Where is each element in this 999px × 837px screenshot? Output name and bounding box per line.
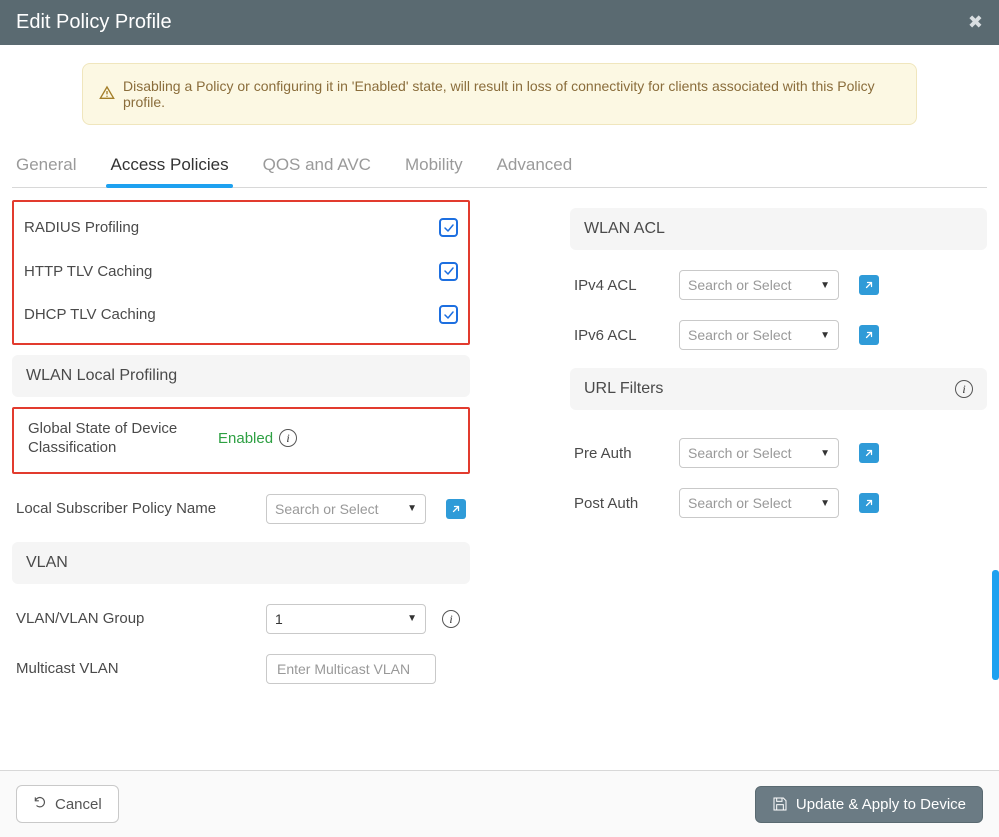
- row-multicast-vlan: Multicast VLAN: [12, 644, 470, 694]
- select-pre-auth[interactable]: Search or Select ▼: [679, 438, 839, 468]
- label-ipv4-acl: IPv4 ACL: [574, 277, 669, 294]
- tab-mobility[interactable]: Mobility: [405, 145, 463, 187]
- select-post-auth[interactable]: Search or Select ▼: [679, 488, 839, 518]
- chevron-down-icon: ▼: [820, 280, 830, 291]
- label-post-auth: Post Auth: [574, 495, 669, 512]
- section-url-filters-label: URL Filters: [584, 380, 663, 398]
- select-placeholder: Search or Select: [688, 327, 792, 343]
- row-global-state: Global State of Device Classification En…: [24, 409, 458, 472]
- label-dhcp-tlv: DHCP TLV Caching: [24, 306, 439, 323]
- apply-button[interactable]: Update & Apply to Device: [755, 786, 983, 823]
- row-ipv6-acl: IPv6 ACL Search or Select ▼: [570, 310, 987, 360]
- row-post-auth: Post Auth Search or Select ▼: [570, 478, 987, 528]
- tab-bar: General Access Policies QOS and AVC Mobi…: [12, 145, 987, 188]
- row-http-tlv: HTTP TLV Caching: [24, 250, 458, 294]
- undo-icon: [33, 795, 47, 813]
- select-value: 1: [275, 611, 283, 627]
- tab-access-policies[interactable]: Access Policies: [110, 145, 228, 187]
- apply-button-label: Update & Apply to Device: [796, 796, 966, 813]
- row-pre-auth: Pre Auth Search or Select ▼: [570, 428, 987, 478]
- select-ipv4-acl[interactable]: Search or Select ▼: [679, 270, 839, 300]
- info-icon[interactable]: i: [442, 610, 460, 628]
- label-pre-auth: Pre Auth: [574, 445, 669, 462]
- label-ipv6-acl: IPv6 ACL: [574, 327, 669, 344]
- select-local-subscriber[interactable]: Search or Select ▼: [266, 494, 426, 524]
- warning-text: Disabling a Policy or configuring it in …: [123, 78, 900, 110]
- section-wlan-local-profiling: WLAN Local Profiling: [12, 355, 470, 397]
- chevron-down-icon: ▼: [820, 498, 830, 509]
- external-link-icon[interactable]: [859, 493, 879, 513]
- save-icon: [772, 796, 788, 812]
- chevron-down-icon: ▼: [820, 330, 830, 341]
- row-local-subscriber: Local Subscriber Policy Name Search or S…: [12, 484, 470, 534]
- external-link-icon[interactable]: [859, 325, 879, 345]
- row-dhcp-tlv: DHCP TLV Caching: [24, 293, 458, 337]
- section-wlan-acl: WLAN ACL: [570, 208, 987, 250]
- scrollbar-thumb[interactable]: [992, 570, 999, 680]
- cancel-button[interactable]: Cancel: [16, 785, 119, 823]
- external-link-icon[interactable]: [859, 443, 879, 463]
- label-radius-profiling: RADIUS Profiling: [24, 219, 439, 236]
- chevron-down-icon: ▼: [820, 448, 830, 459]
- close-icon[interactable]: ✖: [968, 12, 983, 33]
- external-link-icon[interactable]: [446, 499, 466, 519]
- chevron-down-icon: ▼: [407, 503, 417, 514]
- dialog-content: Disabling a Policy or configuring it in …: [0, 45, 999, 770]
- select-vlan-group[interactable]: 1 ▼: [266, 604, 426, 634]
- select-placeholder: Search or Select: [688, 277, 792, 293]
- label-local-subscriber: Local Subscriber Policy Name: [16, 500, 256, 517]
- section-vlan: VLAN: [12, 542, 470, 584]
- checkbox-http-tlv[interactable]: [439, 262, 458, 281]
- row-vlan-group: VLAN/VLAN Group 1 ▼ i: [12, 594, 470, 644]
- section-url-filters: URL Filters i: [570, 368, 987, 410]
- label-multicast-vlan: Multicast VLAN: [16, 660, 256, 677]
- label-http-tlv: HTTP TLV Caching: [24, 263, 439, 280]
- tab-general[interactable]: General: [16, 145, 76, 187]
- chevron-down-icon: ▼: [407, 613, 417, 624]
- external-link-icon[interactable]: [859, 275, 879, 295]
- select-placeholder: Search or Select: [275, 501, 379, 517]
- warning-alert: Disabling a Policy or configuring it in …: [82, 63, 917, 125]
- row-radius-profiling: RADIUS Profiling: [24, 206, 458, 250]
- tab-advanced[interactable]: Advanced: [497, 145, 573, 187]
- label-global-state: Global State of Device Classification: [28, 419, 218, 458]
- label-vlan-group: VLAN/VLAN Group: [16, 610, 256, 627]
- select-placeholder: Search or Select: [688, 445, 792, 461]
- warning-icon: [99, 85, 115, 104]
- select-placeholder: Search or Select: [688, 495, 792, 511]
- checkbox-radius-profiling[interactable]: [439, 218, 458, 237]
- row-ipv4-acl: IPv4 ACL Search or Select ▼: [570, 260, 987, 310]
- info-icon[interactable]: i: [279, 429, 297, 447]
- profiling-highlight: RADIUS Profiling HTTP TLV Caching: [12, 200, 470, 345]
- dialog-title: Edit Policy Profile: [16, 11, 172, 34]
- dialog-footer: Cancel Update & Apply to Device: [0, 770, 999, 837]
- dialog-titlebar: Edit Policy Profile ✖: [0, 0, 999, 45]
- select-ipv6-acl[interactable]: Search or Select ▼: [679, 320, 839, 350]
- checkbox-dhcp-tlv[interactable]: [439, 305, 458, 324]
- status-global-state: Enabled: [218, 430, 273, 447]
- global-state-highlight: Global State of Device Classification En…: [12, 407, 470, 474]
- input-multicast-vlan[interactable]: [266, 654, 436, 684]
- cancel-button-label: Cancel: [55, 796, 102, 813]
- info-icon[interactable]: i: [955, 380, 973, 398]
- tab-qos-avc[interactable]: QOS and AVC: [263, 145, 371, 187]
